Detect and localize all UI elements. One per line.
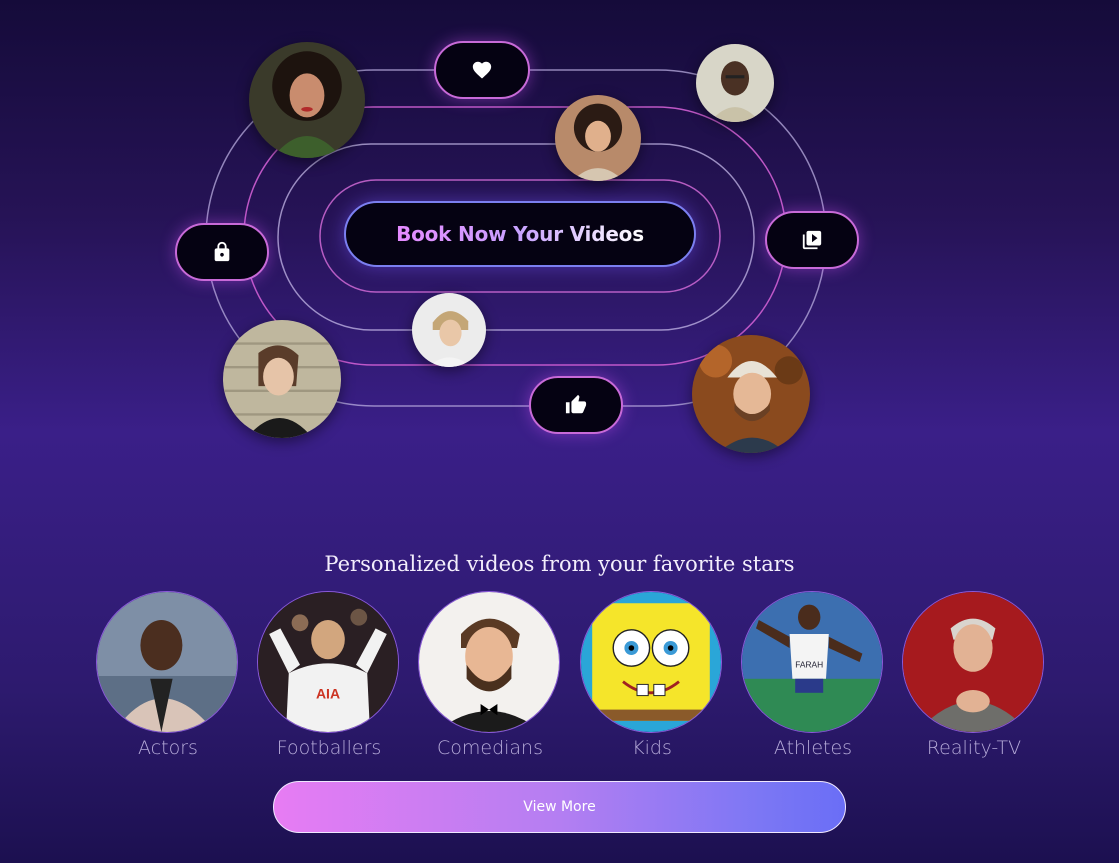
svg-text:FARAH: FARAH [795, 660, 823, 670]
heart-icon [472, 61, 492, 79]
lock-icon [214, 241, 230, 262]
category-actors[interactable]: Actors [96, 591, 240, 761]
section-title: Personalized videos from your favorite s… [324, 552, 795, 576]
category-image [580, 591, 722, 733]
category-reality-tv[interactable]: Reality-TV [902, 591, 1046, 761]
thumbs-up-icon [565, 394, 587, 414]
book-now-label: Book Now Your Videos [396, 222, 644, 246]
avatar [555, 95, 641, 181]
hero-section: Book Now Your Videos [0, 0, 1119, 470]
category-footballers[interactable]: AIA Footballers [257, 591, 401, 761]
category-label: Comedians [436, 737, 543, 759]
play-video-button[interactable] [765, 211, 859, 269]
category-image: FARAH [741, 591, 883, 733]
avatar [412, 293, 486, 367]
category-image [96, 591, 238, 733]
view-more-button[interactable]: View More [273, 781, 846, 833]
category-image [902, 591, 1044, 733]
thumbs-up-button[interactable] [529, 376, 623, 434]
category-label: Athletes [773, 737, 853, 759]
play-video-icon [802, 230, 822, 250]
book-now-button[interactable]: Book Now Your Videos [344, 201, 696, 267]
category-label: Actors [138, 737, 198, 759]
category-image: AIA [257, 591, 399, 733]
category-comedians[interactable]: Comedians [418, 591, 562, 761]
svg-text:AIA: AIA [316, 685, 340, 701]
category-label: Kids [632, 737, 672, 759]
heart-button[interactable] [434, 41, 530, 99]
category-kids[interactable]: Kids [580, 591, 724, 761]
category-athletes[interactable]: FARAH Athletes [741, 591, 885, 761]
avatar [692, 335, 810, 453]
lock-button[interactable] [175, 223, 269, 281]
avatar [249, 42, 365, 158]
category-label: Reality-TV [926, 737, 1022, 759]
avatar [696, 44, 774, 122]
category-image [418, 591, 560, 733]
category-label: Footballers [276, 737, 382, 759]
avatar [223, 320, 341, 438]
